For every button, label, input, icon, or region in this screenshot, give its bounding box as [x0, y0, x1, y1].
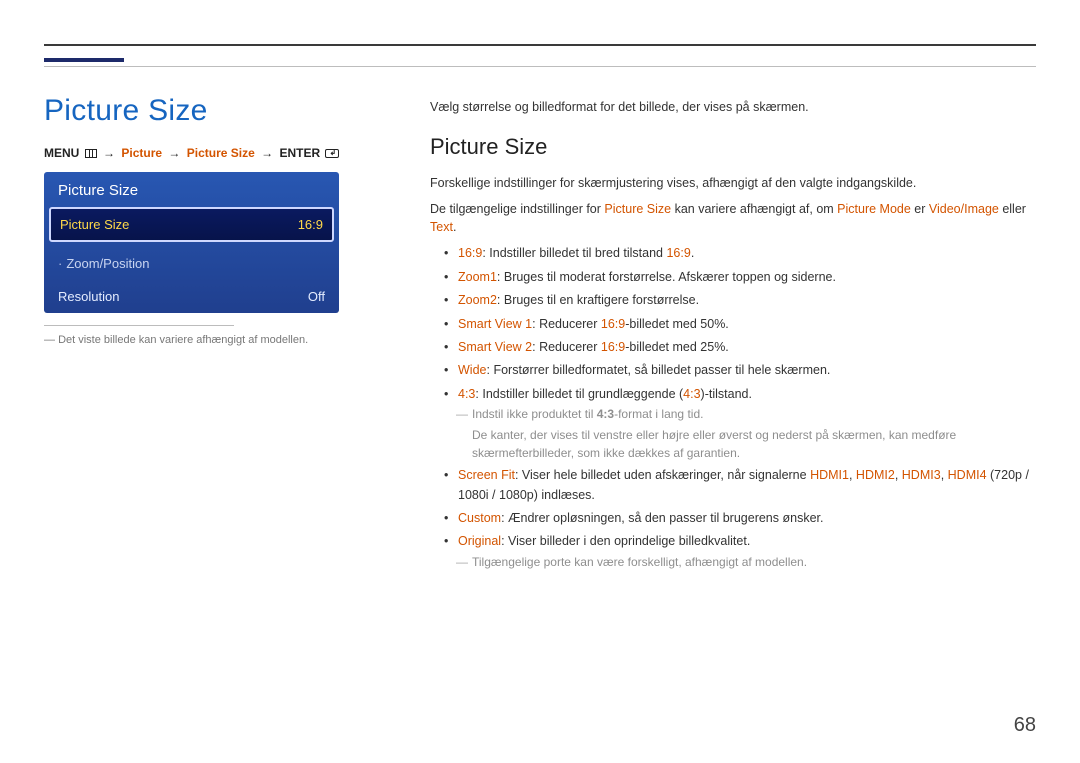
arrow-icon: → — [258, 146, 276, 160]
list-item: Original: Viser billeder i den oprindeli… — [458, 532, 1036, 571]
page-number: 68 — [1014, 714, 1036, 737]
enter-icon — [325, 149, 339, 158]
note: Tilgængelige porte kan være forskelligt,… — [458, 554, 1036, 571]
note-sub: De kanter, der vises til venstre eller h… — [458, 427, 1036, 462]
list-item: Smart View 1: Reducerer 16:9-billedet me… — [458, 315, 1036, 334]
left-column: Picture Size MENU → Picture → Picture Si… — [44, 94, 384, 575]
osd-item-picture-size[interactable]: Picture Size 16:9 — [50, 208, 333, 241]
osd-item-label: Resolution — [58, 289, 119, 304]
right-column: Vælg størrelse og billedformat for det b… — [430, 94, 1036, 575]
list-item: Zoom2: Bruges til en kraftigere forstørr… — [458, 291, 1036, 310]
osd-panel: Picture Size Picture Size 16:9 ·Zoom/Pos… — [44, 172, 339, 313]
breadcrumb: MENU → Picture → Picture Size → ENTER — [44, 146, 384, 160]
list-item: Smart View 2: Reducerer 16:9-billedet me… — [458, 338, 1036, 357]
osd-item-value: Off — [308, 289, 325, 304]
breadcrumb-menu: MENU — [44, 146, 79, 160]
dot-icon: · — [58, 256, 66, 271]
osd-selected-label: Picture Size — [60, 217, 129, 232]
accent-bar — [44, 58, 124, 62]
top-bar — [44, 44, 1036, 46]
osd-item-resolution[interactable]: Resolution Off — [44, 280, 339, 313]
intro-paragraph: Vælg størrelse og billedformat for det b… — [430, 100, 1036, 114]
arrow-icon: → — [100, 146, 118, 160]
osd-title: Picture Size — [44, 172, 339, 208]
breadcrumb-picture: Picture — [121, 146, 162, 160]
paragraph: De tilgængelige indstillinger for Pictur… — [430, 200, 1036, 236]
section-heading: Picture Size — [430, 134, 1036, 160]
breadcrumb-picture-size: Picture Size — [187, 146, 255, 160]
menu-icon — [85, 149, 97, 158]
list-item: Screen Fit: Viser hele billedet uden afs… — [458, 466, 1036, 505]
arrow-icon: → — [165, 146, 183, 160]
osd-item-zoom-position[interactable]: ·Zoom/Position — [44, 247, 339, 280]
list-item: Wide: Forstørrer billedformatet, så bill… — [458, 361, 1036, 380]
horizontal-rule — [44, 66, 1036, 67]
breadcrumb-enter: ENTER — [279, 146, 320, 160]
osd-selected-value: 16:9 — [298, 217, 323, 232]
list-item: Zoom1: Bruges til moderat forstørrelse. … — [458, 268, 1036, 287]
image-caption: ― Det viste billede kan variere afhængig… — [44, 334, 384, 346]
note: Indstil ikke produktet til 4:3-format i … — [458, 406, 1036, 423]
list-item: 16:9: Indstiller billedet til bred tilst… — [458, 244, 1036, 263]
caption-text: Det viste billede kan variere afhængigt … — [58, 334, 308, 346]
page-title: Picture Size — [44, 94, 384, 128]
osd-item-label: Zoom/Position — [66, 256, 149, 271]
caption-divider — [44, 325, 234, 326]
options-list: 16:9: Indstiller billedet til bred tilst… — [430, 244, 1036, 571]
list-item: 4:3: Indstiller billedet til grundlæggen… — [458, 385, 1036, 463]
paragraph: Forskellige indstillinger for skærmjuste… — [430, 174, 1036, 192]
list-item: Custom: Ændrer opløsningen, så den passe… — [458, 509, 1036, 528]
